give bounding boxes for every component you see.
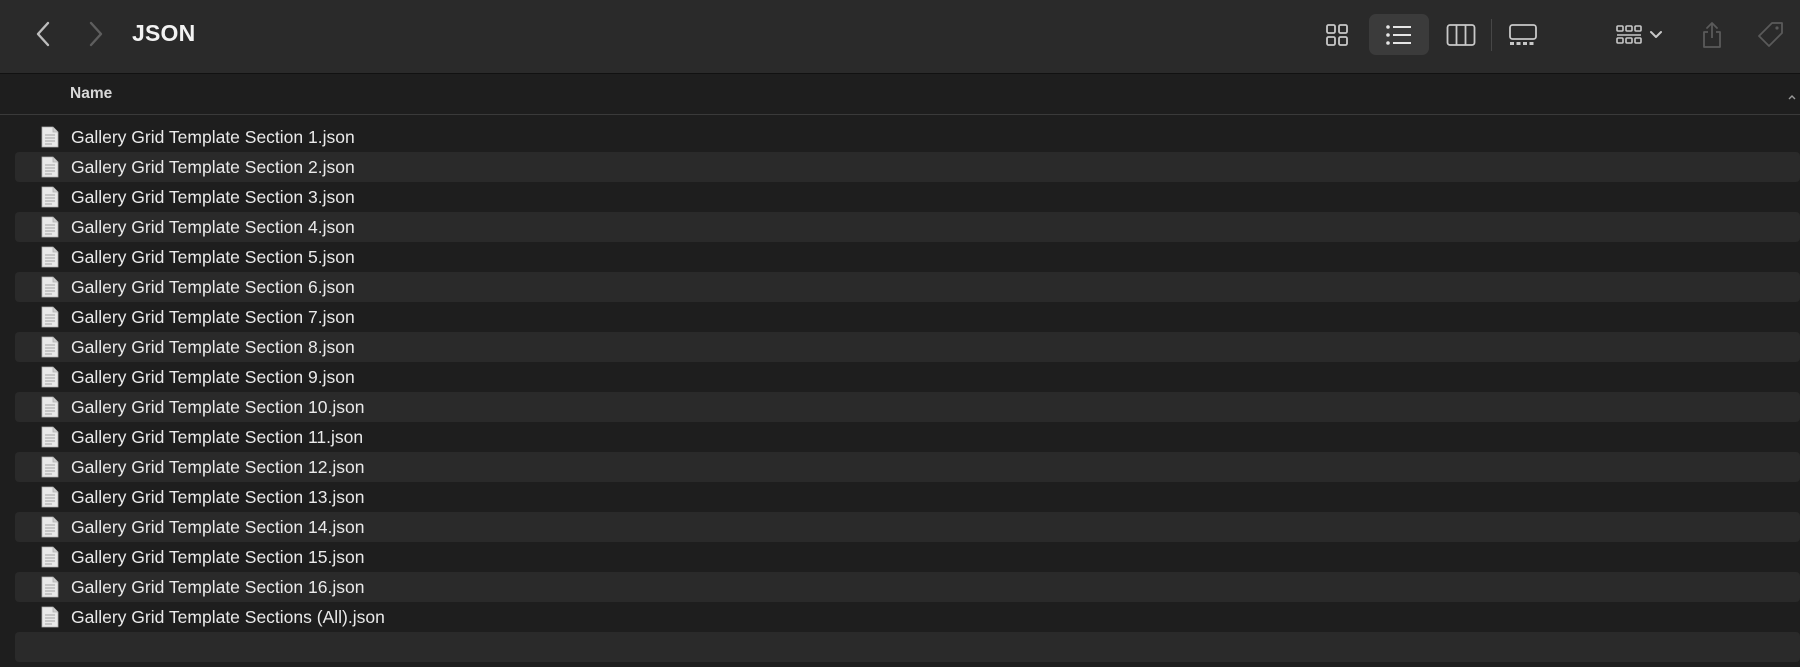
file-row[interactable]: Gallery Grid Template Section 2.json	[15, 152, 1800, 182]
chevron-down-icon	[1650, 30, 1662, 38]
file-name: Gallery Grid Template Section 5.json	[71, 246, 355, 267]
file-row[interactable]: Gallery Grid Template Section 9.json	[15, 362, 1800, 392]
document-icon	[41, 126, 59, 148]
file-row[interactable]: Gallery Grid Template Section 13.json	[15, 482, 1800, 512]
document-icon	[41, 516, 59, 538]
file-name: Gallery Grid Template Section 15.json	[71, 546, 365, 567]
file-row[interactable]: Gallery Grid Template Section 8.json	[15, 332, 1800, 362]
file-row[interactable]: Gallery Grid Template Section 4.json	[15, 212, 1800, 242]
file-row[interactable]: Gallery Grid Template Section 11.json	[15, 422, 1800, 452]
list-view-button[interactable]	[1369, 14, 1429, 55]
document-icon	[41, 546, 59, 568]
file-row[interactable]: Gallery Grid Template Section 15.json	[15, 542, 1800, 572]
share-button[interactable]	[1692, 14, 1732, 55]
chevron-right-icon	[89, 21, 103, 47]
file-row[interactable]: Gallery Grid Template Section 14.json	[15, 512, 1800, 542]
list-icon	[1386, 24, 1411, 45]
forward-button[interactable]	[79, 17, 113, 51]
document-icon	[41, 486, 59, 508]
chevron-left-icon	[36, 21, 50, 47]
document-icon	[41, 456, 59, 478]
file-row[interactable]: Gallery Grid Template Section 6.json	[15, 272, 1800, 302]
file-name: Gallery Grid Template Section 6.json	[71, 276, 355, 297]
document-icon	[41, 276, 59, 298]
gallery-icon	[1509, 23, 1537, 45]
document-icon	[41, 396, 59, 418]
toolbar: JSON	[0, 0, 1800, 74]
file-name: Gallery Grid Template Section 10.json	[71, 396, 365, 417]
document-icon	[41, 606, 59, 628]
share-icon	[1703, 21, 1721, 48]
file-row[interactable]: Gallery Grid Template Section 10.json	[15, 392, 1800, 422]
file-name: Gallery Grid Template Section 11.json	[71, 426, 364, 447]
column-view-button[interactable]	[1440, 14, 1482, 55]
file-name: Gallery Grid Template Section 2.json	[71, 156, 355, 177]
file-name: Gallery Grid Template Section 4.json	[71, 216, 355, 237]
document-icon	[41, 186, 59, 208]
file-name: Gallery Grid Template Section 8.json	[71, 336, 355, 357]
file-row[interactable]: Gallery Grid Template Section 16.json	[15, 572, 1800, 602]
tag-icon	[1758, 21, 1783, 47]
file-name: Gallery Grid Template Section 7.json	[71, 306, 355, 327]
file-row[interactable]: Gallery Grid Template Sections (All).jso…	[15, 602, 1800, 632]
file-name: Gallery Grid Template Section 9.json	[71, 366, 355, 387]
document-icon	[41, 306, 59, 328]
empty-row	[15, 632, 1800, 662]
column-header: Name	[0, 75, 1800, 115]
document-icon	[41, 246, 59, 268]
group-by-icon	[1616, 24, 1642, 44]
file-name: Gallery Grid Template Section 13.json	[71, 486, 365, 507]
finder-window: JSON Name Gallery Grid Template Section …	[0, 0, 1800, 667]
grid-icon	[1326, 23, 1348, 46]
file-row[interactable]: Gallery Grid Template Section 5.json	[15, 242, 1800, 272]
file-row[interactable]: Gallery Grid Template Section 3.json	[15, 182, 1800, 212]
file-row[interactable]: Gallery Grid Template Section 7.json	[15, 302, 1800, 332]
file-name: Gallery Grid Template Sections (All).jso…	[71, 606, 385, 627]
document-icon	[41, 576, 59, 598]
document-icon	[41, 366, 59, 388]
group-by-button[interactable]	[1608, 14, 1670, 55]
document-icon	[41, 216, 59, 238]
icon-view-button[interactable]	[1316, 14, 1358, 55]
document-icon	[41, 336, 59, 358]
file-name: Gallery Grid Template Section 16.json	[71, 576, 365, 597]
document-icon	[41, 156, 59, 178]
document-icon	[41, 426, 59, 448]
file-name: Gallery Grid Template Section 14.json	[71, 516, 365, 537]
back-button[interactable]	[26, 17, 60, 51]
toolbar-divider	[1491, 19, 1492, 51]
file-name: Gallery Grid Template Section 12.json	[71, 456, 365, 477]
file-row[interactable]: Gallery Grid Template Section 1.json	[15, 122, 1800, 152]
tag-button[interactable]	[1750, 14, 1792, 55]
file-name: Gallery Grid Template Section 3.json	[71, 186, 355, 207]
columns-icon	[1446, 23, 1476, 46]
sort-ascending-icon	[1788, 95, 1796, 100]
file-row[interactable]: Gallery Grid Template Section 12.json	[15, 452, 1800, 482]
name-column-header[interactable]: Name	[70, 85, 112, 103]
file-list: Gallery Grid Template Section 1.json Gall…	[15, 122, 1800, 632]
file-name: Gallery Grid Template Section 1.json	[71, 126, 355, 147]
gallery-view-button[interactable]	[1502, 14, 1544, 55]
window-title: JSON	[132, 20, 196, 46]
